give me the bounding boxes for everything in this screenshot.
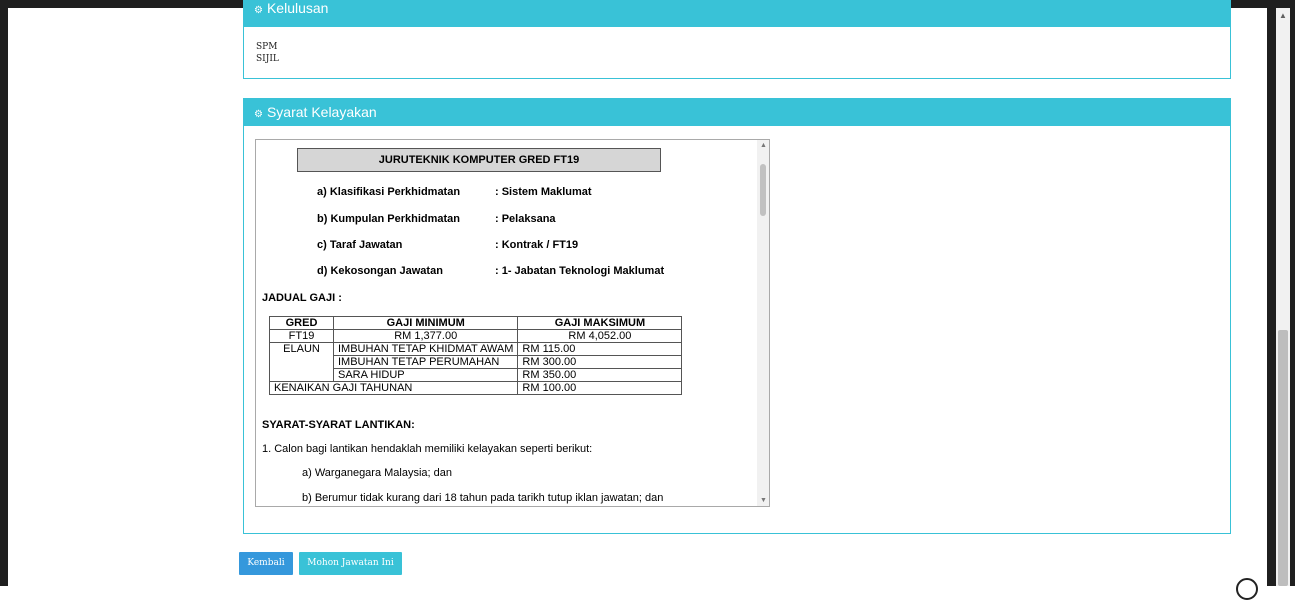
table-cell: RM 4,052.00 [517,329,683,343]
scroll-down-arrow-icon[interactable]: ▼ [760,497,767,504]
table-cell: KENAIKAN GAJI TAHUNAN [268,381,519,395]
info-label: b) Kumpulan Perkhidmatan [317,213,461,225]
table-header: GAJI MAKSIMUM [517,316,683,330]
info-value: : 1- Jabatan Teknologi Maklumat [495,265,665,277]
info-value: : Pelaksana [495,213,556,225]
document-scrollbar-thumb[interactable] [760,164,766,216]
info-value: : Sistem Maklumat [495,186,592,198]
info-row-kumpulan: b) Kumpulan Perkhidmatan : Pelaksana [317,213,556,225]
salary-table: GRED GAJI MINIMUM GAJI MAKSIMUM FT19 RM … [268,316,683,395]
table-cell: RM 115.00 [517,342,683,356]
list-item: SIJIL [256,54,279,64]
window-left-edge [0,0,8,586]
table-header: GRED [269,316,334,330]
syarat-kelayakan-panel: ⚙ Syarat Kelayakan JURUTEKNIK KOMPUTER GR… [243,98,1231,534]
jadual-gaji-title: JADUAL GAJI : [262,292,342,304]
kelulusan-list: SPM SIJIL [256,41,279,65]
table-row: KENAIKAN GAJI TAHUNAN RM 100.00 [268,381,683,395]
info-row-kekosongan: d) Kekosongan Jawatan : 1- Jabatan Tekno… [317,265,664,277]
table-cell: FT19 [269,329,334,343]
info-value: : Kontrak / FT19 [495,239,579,251]
kelulusan-header-label: Kelulusan [266,0,329,16]
info-label: c) Taraf Jawatan [317,239,403,251]
table-header: GAJI MINIMUM [332,316,519,330]
paragraph: a) Warganegara Malaysia; dan [302,467,453,479]
cogs-icon: ⚙ [254,5,263,16]
kelulusan-panel-header: ⚙ Kelulusan [244,1,1230,27]
list-item: SPM [256,42,278,52]
scroll-up-arrow-icon[interactable]: ▲ [1279,12,1287,20]
info-row-taraf: c) Taraf Jawatan : Kontrak / FT19 [317,239,578,251]
page-scrollbar-thumb[interactable] [1278,330,1288,586]
table-row: FT19 RM 1,377.00 RM 4,052.00 [269,329,683,343]
info-label: d) Kekosongan Jawatan [317,265,443,277]
document-frame[interactable]: JURUTEKNIK KOMPUTER GRED FT19 a) Klasifi… [255,139,770,507]
table-cell: RM 100.00 [517,381,683,395]
table-row: GRED GAJI MINIMUM GAJI MAKSIMUM [269,316,683,330]
circle-icon[interactable] [1236,578,1258,600]
cogs-icon: ⚙ [254,109,263,120]
table-cell: RM 1,377.00 [332,329,519,343]
syarat-panel-header: ⚙ Syarat Kelayakan [244,99,1230,126]
back-button[interactable]: Kembali [239,552,293,575]
scroll-up-arrow-icon[interactable]: ▲ [760,142,767,149]
table-cell: IMBUHAN TETAP KHIDMAT AWAM [332,342,519,356]
apply-job-button[interactable]: Mohon Jawatan Ini [299,552,402,575]
table-cell: SARA HIDUP [332,368,519,382]
info-label: a) Klasifikasi Perkhidmatan [317,186,461,198]
document-title: JURUTEKNIK KOMPUTER GRED FT19 [297,148,661,172]
table-cell: RM 300.00 [517,355,683,369]
table-cell: ELAUN [269,342,334,382]
syarat-header-label: Syarat Kelayakan [266,104,377,120]
paragraph: b) Berumur tidak kurang dari 18 tahun pa… [302,492,664,504]
kelulusan-panel: ⚙ Kelulusan SPM SIJIL [243,0,1231,79]
table-row: ELAUN IMBUHAN TETAP KHIDMAT AWAM RM 115.… [269,342,683,382]
page-scrollbar[interactable]: ▲ [1276,8,1290,586]
syarat-lantikan-title: SYARAT-SYARAT LANTIKAN: [262,419,415,431]
table-cell: IMBUHAN TETAP PERUMAHAN [332,355,519,369]
info-row-klasifikasi: a) Klasifikasi Perkhidmatan : Sistem Mak… [317,186,592,198]
table-cell: RM 350.00 [517,368,683,382]
paragraph: 1. Calon bagi lantikan hendaklah memilik… [262,443,593,455]
document-scrollbar[interactable]: ▲ ▼ [757,140,769,506]
